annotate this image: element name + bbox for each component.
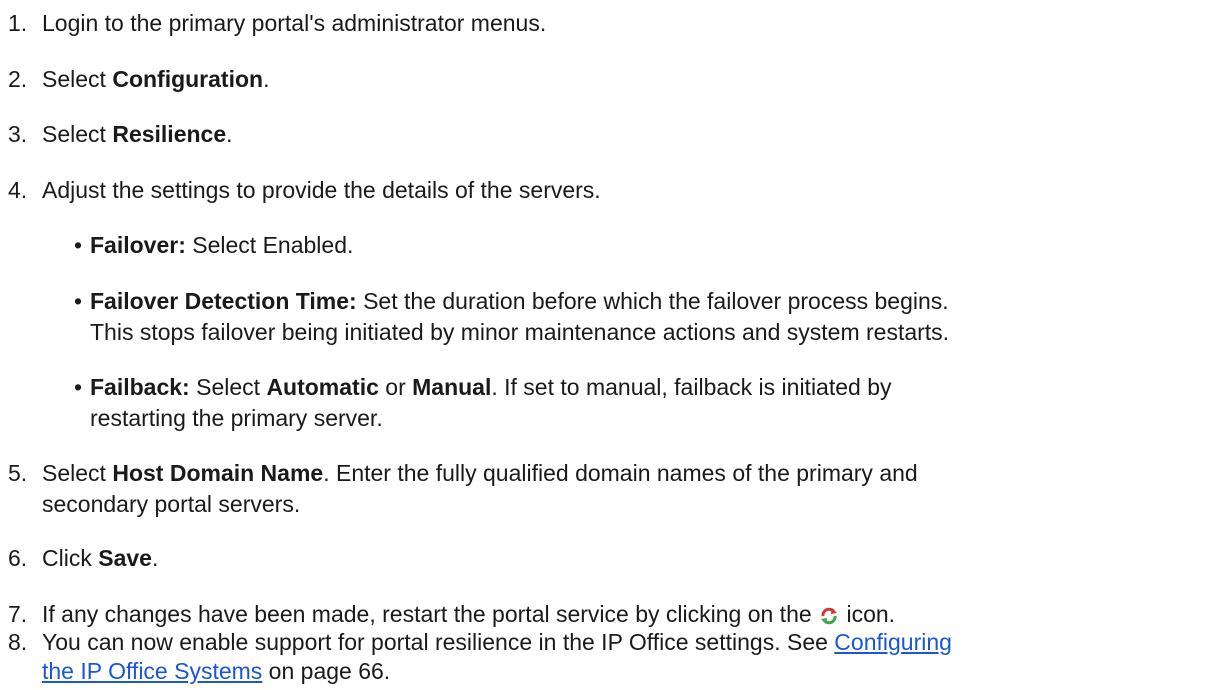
step-text: Select Host Domain Name. Enter the fully… [42, 458, 1214, 520]
step-text-post: . [226, 121, 233, 147]
step-1: 1. Login to the primary portal's adminis… [8, 8, 1214, 39]
step-text-pre: Select [42, 121, 113, 147]
step-number: 2. [8, 66, 28, 92]
bullet-dot: • [74, 374, 83, 400]
step-text-pre: You can now enable support for portal re… [42, 629, 835, 655]
bullet-failover-detection-time: • Failover Detection Time: Set the durat… [74, 286, 1214, 348]
step-number: 3. [8, 121, 28, 147]
step-number: 4. [8, 177, 28, 203]
step-text: Click Save. [42, 543, 1214, 574]
bullet-description: . If set to manual, failback is initiate… [491, 374, 892, 400]
step-text-post: . [263, 66, 270, 92]
setting-label-failover: Failover: [90, 232, 186, 258]
configuring-ip-office-systems-link[interactable]: Configuring [834, 629, 952, 655]
bullet-text: Failover: Select Enabled. [90, 230, 1214, 261]
step-text: Select Configuration. [42, 64, 1214, 95]
step-text-post: . Enter the fully qualified domain names… [323, 460, 918, 486]
step-4: 4. Adjust the settings to provide the de… [8, 175, 1214, 206]
step-number: 1. [8, 10, 28, 36]
menu-name-configuration: Configuration [112, 66, 264, 92]
menu-name-host-domain-name: Host Domain Name [112, 460, 324, 486]
step-text-line2: secondary portal servers. [42, 491, 301, 517]
step-text: Login to the primary portal's administra… [42, 10, 547, 36]
option-automatic: Automatic [266, 374, 379, 400]
step-text-pre: Select [42, 460, 113, 486]
step-text-pre: If any changes have been made, restart t… [42, 601, 819, 627]
bullet-description-line2: restarting the primary server. [90, 405, 383, 431]
step-text-pre: Click [42, 545, 99, 571]
bullet-dot: • [74, 288, 83, 314]
option-manual: Manual [412, 374, 492, 400]
step-2: 2. Select Configuration. [8, 64, 1214, 95]
bullet-dot: • [74, 232, 83, 258]
bullet-description: Select [189, 374, 267, 400]
bullet-failover: • Failover: Select Enabled. [74, 230, 1214, 261]
step-text-post: on page 66. [262, 658, 391, 684]
bullet-description: Select Enabled. [185, 232, 354, 258]
step-8: 8. You can now enable support for portal… [8, 628, 1214, 686]
step-text: You can now enable support for portal re… [42, 628, 1214, 686]
step-text-pre: Select [42, 66, 113, 92]
step-6: 6. Click Save. [8, 543, 1214, 574]
setting-label-failback: Failback: [90, 374, 190, 400]
bullet-description-line2: This stops failover being initiated by m… [90, 319, 950, 345]
bullet-text: Failover Detection Time: Set the duratio… [90, 286, 1214, 348]
step-number: 5. [8, 460, 28, 486]
step-text: Select Resilience. [42, 119, 1214, 150]
step-number: 6. [8, 545, 28, 571]
document-page: 1. Login to the primary portal's adminis… [0, 0, 1222, 690]
configuring-ip-office-systems-link-line2[interactable]: the IP Office Systems [42, 658, 262, 684]
bullet-description: or [378, 374, 413, 400]
step-text: Adjust the settings to provide the detai… [42, 177, 601, 203]
step-5: 5. Select Host Domain Name. Enter the fu… [8, 458, 1214, 520]
step-text-post: . [151, 545, 159, 571]
bullet-text: Failback: Select Automatic or Manual. If… [90, 372, 1214, 434]
bullet-failback: • Failback: Select Automatic or Manual. … [74, 372, 1214, 434]
bullet-description: Set the duration before which the failov… [356, 288, 949, 314]
button-name-save: Save [98, 545, 152, 571]
setting-label-failover-detection-time: Failover Detection Time: [90, 288, 357, 314]
step-text-post: icon. [840, 601, 896, 627]
step-number: 8. [8, 629, 28, 655]
step-3: 3. Select Resilience. [8, 119, 1214, 150]
menu-name-resilience: Resilience [112, 121, 227, 147]
